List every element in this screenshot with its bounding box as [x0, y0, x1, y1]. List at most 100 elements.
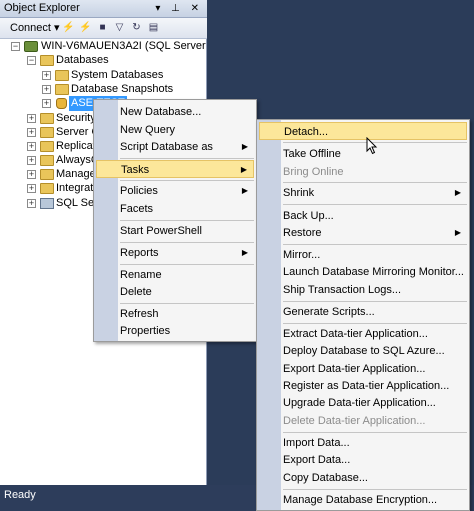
folder-icon: [40, 141, 54, 152]
menu-separator: [283, 182, 467, 183]
expand-icon[interactable]: +: [27, 170, 36, 179]
menu-item-label: Delete: [120, 286, 152, 298]
folder-icon: [40, 127, 54, 138]
tree-node-label: Integrati: [56, 182, 96, 194]
menu-item-label: Deploy Database to SQL Azure...: [283, 345, 445, 357]
menu-item-ship-transaction-logs[interactable]: Ship Transaction Logs...: [259, 281, 467, 299]
expand-icon[interactable]: +: [27, 142, 36, 151]
title-bar-buttons[interactable]: ▾ ⊥ ✕: [155, 0, 203, 17]
menu-item-mirror[interactable]: Mirror...: [259, 246, 467, 264]
submenu-arrow-icon: ▶: [454, 228, 461, 237]
menu-item-new-query[interactable]: New Query: [96, 121, 254, 139]
submenu-arrow-icon: ▶: [241, 186, 248, 195]
folder-icon: [40, 155, 54, 166]
folder-icon: [40, 169, 54, 180]
menu-separator: [120, 242, 254, 243]
menu-item-facets[interactable]: Facets: [96, 200, 254, 218]
refresh-icon[interactable]: ↻: [130, 22, 143, 34]
menu-item-label: Mirror...: [283, 249, 321, 261]
collapse-icon[interactable]: −: [11, 42, 20, 51]
menu-item-label: Detach...: [284, 126, 329, 138]
menu-separator: [283, 323, 467, 324]
object-explorer-title-bar: Object Explorer ▾ ⊥ ✕: [0, 0, 207, 18]
menu-separator: [120, 180, 254, 181]
expand-icon[interactable]: +: [27, 114, 36, 123]
menu-separator: [283, 244, 467, 245]
disconnect-icon[interactable]: ⚡: [79, 22, 92, 34]
menu-item-label: Extract Data-tier Application...: [283, 328, 428, 340]
menu-item-import-data[interactable]: Import Data...: [259, 434, 467, 452]
tree-node-databases[interactable]: − Databases: [0, 53, 207, 68]
menu-item-label: Bring Online: [283, 166, 344, 178]
menu-item-new-database[interactable]: New Database...: [96, 103, 254, 121]
expand-icon[interactable]: +: [42, 99, 51, 108]
menu-item-label: Take Offline: [283, 148, 341, 160]
menu-item-script-database-as[interactable]: Script Database as ▶: [96, 138, 254, 156]
menu-item-label: Restore: [283, 227, 322, 239]
tree-node-label: System Databases: [71, 69, 164, 81]
menu-separator: [283, 489, 467, 490]
expand-icon[interactable]: +: [27, 184, 36, 193]
status-text: Ready: [4, 489, 36, 501]
menu-item-take-offline[interactable]: Take Offline: [259, 145, 467, 163]
menu-item-tasks[interactable]: Tasks ▶: [96, 160, 254, 178]
menu-item-start-powershell[interactable]: Start PowerShell: [96, 222, 254, 240]
tree-node-database-snapshots[interactable]: + Database Snapshots: [0, 82, 207, 97]
connect-object-icon[interactable]: ⚡: [62, 22, 75, 34]
tree-node-label: Security: [56, 112, 96, 124]
folder-icon: [40, 183, 54, 194]
expand-icon[interactable]: +: [27, 128, 36, 137]
menu-item-reports[interactable]: Reports ▶: [96, 244, 254, 262]
expand-icon[interactable]: +: [27, 199, 36, 208]
menu-item-detach[interactable]: Detach...: [259, 122, 467, 140]
tree-node-label: Databases: [56, 54, 109, 66]
menu-item-register-data-tier-app[interactable]: Register as Data-tier Application...: [259, 377, 467, 395]
menu-item-label: Reports: [120, 247, 159, 259]
submenu-arrow-icon: ▶: [241, 248, 248, 257]
expand-icon[interactable]: +: [27, 156, 36, 165]
collapse-icon[interactable]: −: [27, 56, 36, 65]
filter-icon[interactable]: ▽: [113, 22, 126, 34]
folder-icon: [40, 113, 54, 124]
menu-item-label: Policies: [120, 185, 158, 197]
expand-icon[interactable]: +: [42, 71, 51, 80]
menu-item-label: Refresh: [120, 308, 159, 320]
menu-item-manage-encryption[interactable]: Manage Database Encryption...: [259, 491, 467, 509]
menu-item-deploy-to-sql-azure[interactable]: Deploy Database to SQL Azure...: [259, 342, 467, 360]
submenu-arrow-icon: ▶: [454, 188, 461, 197]
menu-item-export-data-tier-app[interactable]: Export Data-tier Application...: [259, 360, 467, 378]
tree-node-system-databases[interactable]: + System Databases: [0, 68, 207, 83]
tree-node-label: WIN-V6MAUEN3A2I (SQL Server 11.0.21: [41, 40, 207, 52]
menu-item-rename[interactable]: Rename: [96, 266, 254, 284]
folder-icon: [55, 84, 69, 95]
menu-item-label: Upgrade Data-tier Application...: [283, 397, 436, 409]
database-icon: [56, 98, 67, 109]
menu-item-extract-data-tier-app[interactable]: Extract Data-tier Application...: [259, 325, 467, 343]
menu-item-policies[interactable]: Policies ▶: [96, 182, 254, 200]
menu-item-generate-scripts[interactable]: Generate Scripts...: [259, 303, 467, 321]
menu-item-back-up[interactable]: Back Up...: [259, 207, 467, 225]
menu-item-restore[interactable]: Restore ▶: [259, 224, 467, 242]
stop-icon[interactable]: ■: [96, 22, 109, 34]
expand-icon[interactable]: +: [42, 85, 51, 94]
menu-item-upgrade-data-tier-app[interactable]: Upgrade Data-tier Application...: [259, 394, 467, 412]
menu-item-refresh[interactable]: Refresh: [96, 305, 254, 323]
folder-icon: [40, 55, 54, 66]
menu-item-properties[interactable]: Properties: [96, 322, 254, 340]
menu-separator: [283, 204, 467, 205]
menu-item-label: Properties: [120, 325, 171, 337]
menu-item-export-data[interactable]: Export Data...: [259, 451, 467, 469]
menu-item-copy-database[interactable]: Copy Database...: [259, 469, 467, 487]
menu-item-shrink[interactable]: Shrink ▶: [259, 184, 467, 202]
menu-item-delete[interactable]: Delete: [96, 283, 254, 301]
menu-item-launch-mirroring-monitor[interactable]: Launch Database Mirroring Monitor...: [259, 263, 467, 281]
tree-node-label: Replicati: [56, 140, 99, 152]
menu-item-label: New Query: [120, 124, 176, 136]
menu-item-label: Back Up...: [283, 210, 334, 222]
agent-icon: [40, 198, 54, 209]
menu-item-label: Register as Data-tier Application...: [283, 380, 450, 392]
summary-icon[interactable]: ▤: [147, 22, 160, 34]
submenu-arrow-icon: ▶: [241, 142, 248, 151]
connect-button[interactable]: Connect ▾: [10, 21, 60, 35]
tree-node-server[interactable]: − WIN-V6MAUEN3A2I (SQL Server 11.0.21: [0, 39, 207, 54]
